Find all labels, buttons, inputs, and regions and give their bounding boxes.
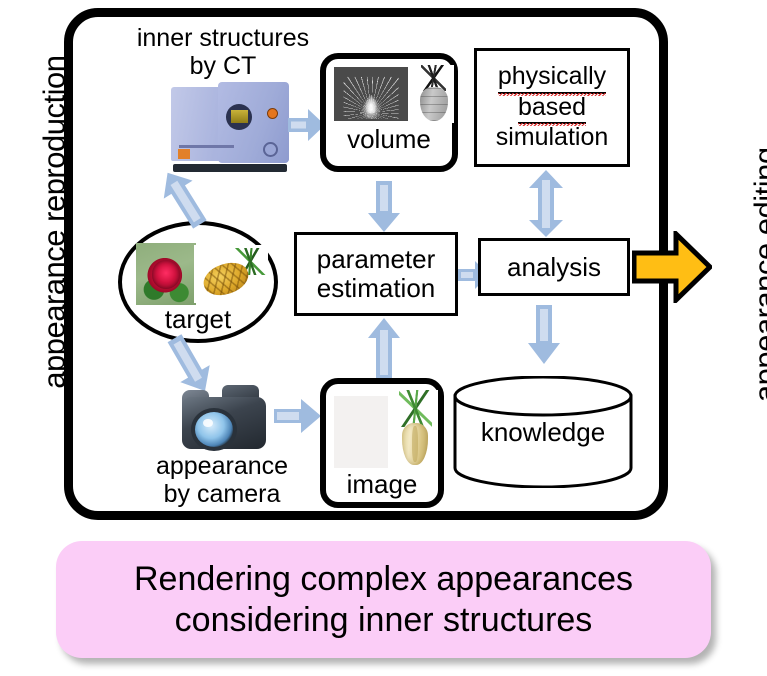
node-parameter-estimation[interactable]: parameter estimation <box>294 232 458 316</box>
node-knowledge[interactable]: knowledge <box>452 375 634 489</box>
spellcheck-word-based: based <box>517 93 587 126</box>
camera-icon <box>178 381 270 455</box>
parameter-estimation-label-line2: estimation <box>316 273 436 303</box>
simulation-label-line2: based <box>517 93 587 126</box>
yellow-right-arrow-icon <box>632 231 712 303</box>
diagram-canvas: appearance reproduction appearance editi… <box>0 0 767 676</box>
node-volume[interactable]: volume <box>320 53 458 172</box>
summary-banner-text: Rendering complex appearances considerin… <box>134 560 633 639</box>
node-volume-label: volume <box>347 124 431 154</box>
node-analysis[interactable]: analysis <box>478 238 630 296</box>
spellcheck-word-physically: physically <box>497 63 607 96</box>
ct-slice-thumbnail <box>334 67 408 121</box>
node-knowledge-label: knowledge <box>480 417 606 447</box>
node-analysis-label: analysis <box>507 251 601 282</box>
arrow-image-to-parameter-estimation <box>367 318 401 380</box>
arrow-volume-to-parameter-estimation <box>367 181 401 233</box>
caption-appearance-by-camera: appearance by camera <box>155 452 289 508</box>
node-target-label: target <box>164 304 232 334</box>
caption-inner-structures-by-ct: inner structures by CT <box>136 24 310 80</box>
node-physically-based-simulation[interactable]: physically based simulation <box>474 48 630 167</box>
node-image-label: image <box>346 469 418 499</box>
ct-pineapple-thumbnail <box>414 65 454 123</box>
node-target[interactable]: target <box>118 221 278 343</box>
ct-scanner-icon <box>171 80 289 172</box>
simulation-label-line1: physically <box>497 63 607 96</box>
pineapple-cut-thumbnail <box>392 390 438 468</box>
node-image[interactable]: image <box>320 378 444 508</box>
rose-photo-thumbnail <box>136 243 196 305</box>
arrow-simulation-analysis-bidirectional <box>528 170 564 238</box>
summary-banner: Rendering complex appearances considerin… <box>56 541 711 658</box>
pineapple-photo-thumbnail <box>194 245 268 303</box>
parameter-estimation-label-line1: parameter <box>316 244 436 275</box>
simulation-label-line3: simulation <box>495 123 609 152</box>
arrow-camera-to-image <box>274 398 322 434</box>
arrow-analysis-to-knowledge <box>527 305 561 365</box>
tulip-photo-thumbnail <box>334 396 388 468</box>
right-vertical-label: appearance editing <box>747 147 767 403</box>
